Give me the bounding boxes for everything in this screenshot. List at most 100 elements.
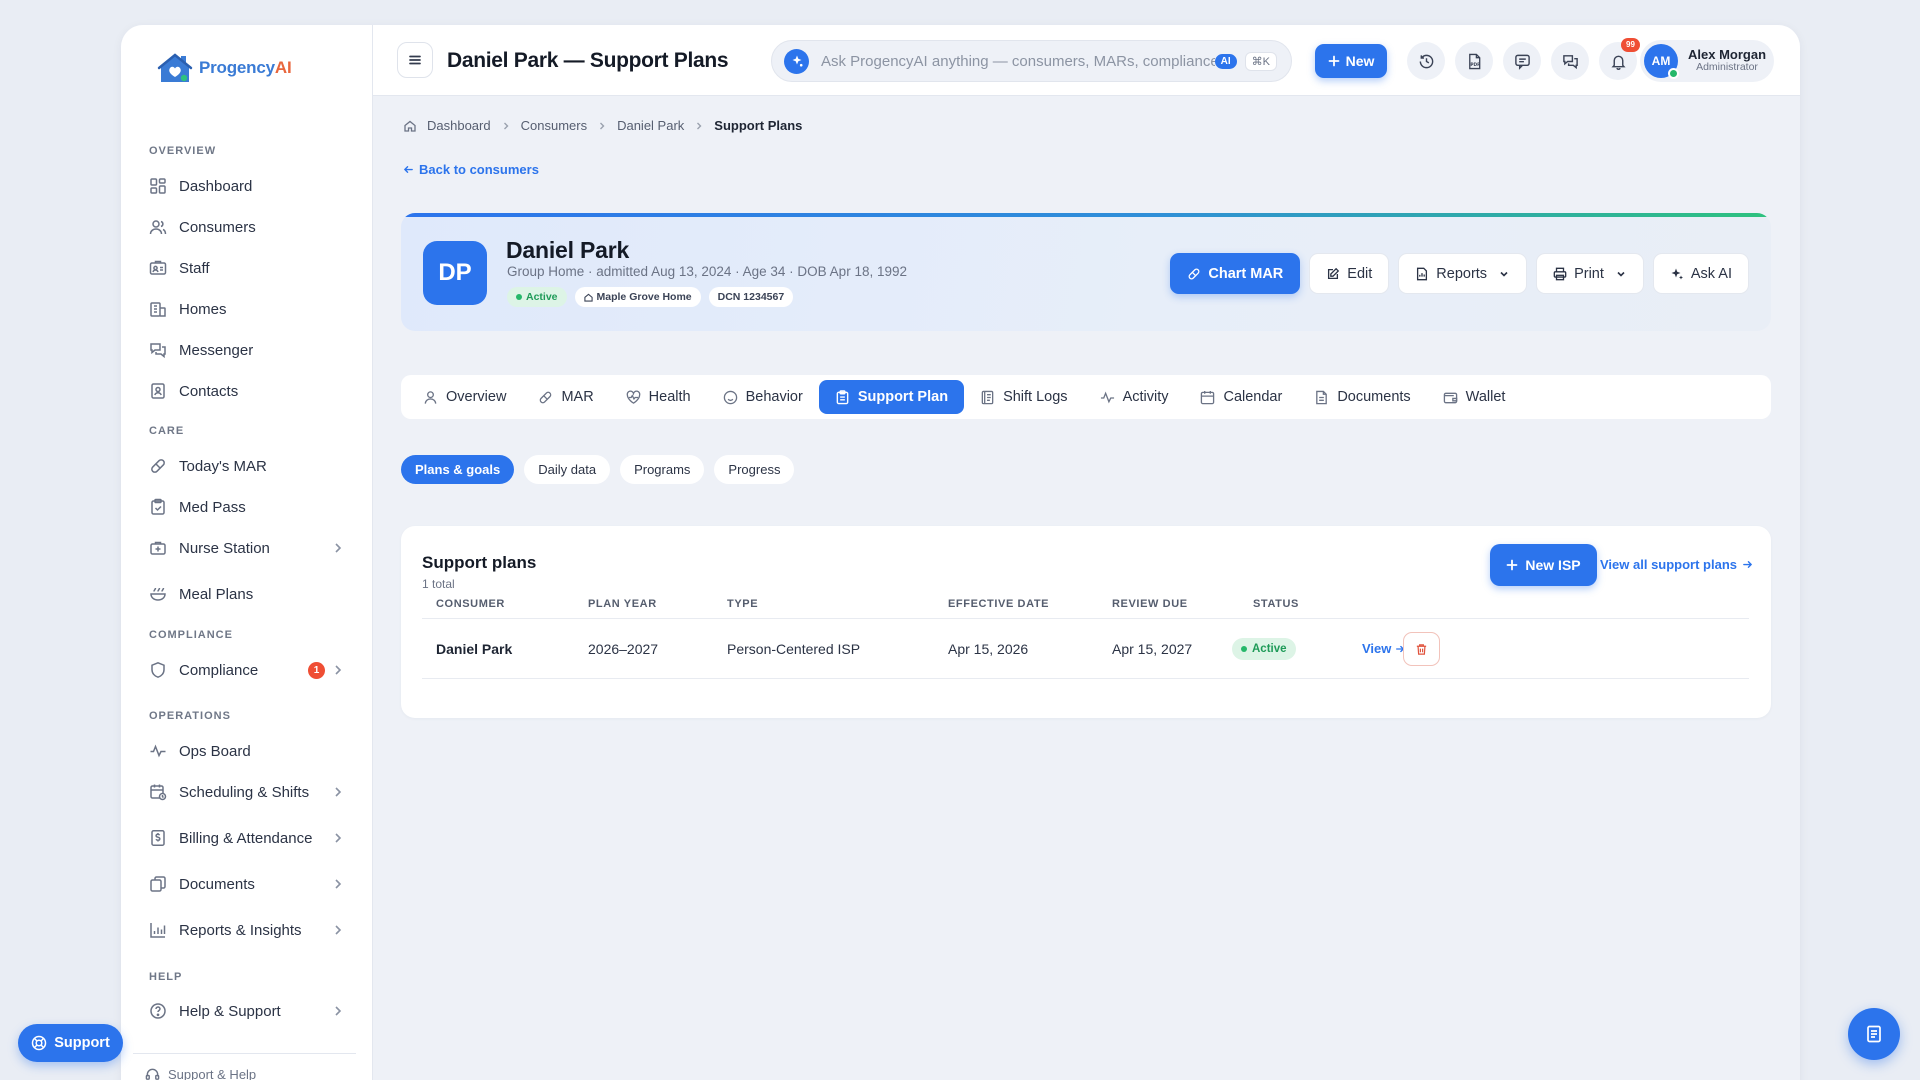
tab-wallet[interactable]: Wallet	[1427, 380, 1522, 414]
column-header[interactable]: STATUS	[1253, 598, 1299, 610]
history-button[interactable]	[1407, 42, 1445, 80]
files-icon	[150, 876, 166, 892]
tab-shift-logs[interactable]: Shift Logs	[964, 380, 1084, 414]
back-to-consumers-link[interactable]: Back to consumers	[403, 162, 539, 177]
trash-icon	[1416, 643, 1427, 655]
sidebar-item-reports[interactable]: Reports & Insights	[147, 914, 353, 946]
pdf-export-button[interactable]: PDF	[1455, 42, 1493, 80]
tab-behavior[interactable]: Behavior	[707, 380, 819, 414]
users-icon	[149, 220, 167, 235]
sidebar-item-nurse-station[interactable]: Nurse Station	[147, 532, 353, 564]
sidebar-item-label: Help & Support	[179, 1002, 281, 1020]
view-all-support-plans-link[interactable]: View all support plans	[1600, 557, 1753, 572]
section-care: CARE	[149, 425, 185, 437]
sidebar-item-label: Staff	[179, 259, 210, 277]
notes-fab-button[interactable]	[1848, 1008, 1900, 1060]
subtab-daily-data[interactable]: Daily data	[524, 455, 611, 484]
home-icon	[583, 293, 593, 302]
lifebuoy-icon	[31, 1035, 47, 1051]
table-row[interactable]: Daniel Park 2026–2027 Person-Centered IS…	[422, 619, 1749, 679]
consumer-avatar: DP	[423, 241, 487, 305]
tab-documents[interactable]: Documents	[1298, 380, 1426, 414]
chevron-right-icon	[335, 787, 342, 797]
tab-health[interactable]: Health	[610, 380, 707, 414]
column-header[interactable]: EFFECTIVE DATE	[948, 598, 1049, 610]
print-dropdown[interactable]: Print	[1536, 253, 1644, 294]
sidebar-item-documents[interactable]: Documents	[147, 868, 353, 900]
brand-logo[interactable]: ProgencyAI	[157, 52, 292, 84]
top-bar: Daniel Park — Support Plans Ask Progency…	[373, 25, 1800, 96]
notifications-button[interactable]: 99	[1599, 38, 1640, 80]
tab-calendar[interactable]: Calendar	[1184, 380, 1298, 414]
edit-button[interactable]: Edit	[1309, 253, 1390, 294]
ai-search-input[interactable]: Ask ProgencyAI anything — consumers, MAR…	[771, 40, 1292, 82]
sidebar-item-todays-mar[interactable]: Today's MAR	[147, 450, 353, 482]
sidebar-item-billing[interactable]: Billing & Attendance	[147, 822, 353, 854]
column-header[interactable]: PLAN YEAR	[588, 598, 657, 610]
chevron-right-icon	[335, 665, 342, 675]
menu-toggle-button[interactable]	[397, 42, 433, 78]
receipt-dollar-icon	[151, 830, 165, 846]
subtab-progress[interactable]: Progress	[714, 455, 795, 484]
user-menu[interactable]: AM Alex Morgan Administrator	[1640, 40, 1774, 82]
breadcrumb-current: Support Plans	[714, 118, 803, 133]
printer-icon	[1553, 267, 1567, 280]
plus-icon	[1506, 559, 1518, 571]
sidebar-item-compliance[interactable]: Compliance 1	[147, 654, 353, 686]
tab-overview[interactable]: Overview	[407, 380, 522, 414]
breadcrumb-dashboard[interactable]: Dashboard	[427, 118, 491, 133]
hamburger-menu-icon	[409, 55, 421, 65]
chart-mar-button[interactable]: Chart MAR	[1170, 253, 1301, 294]
sidebar-item-scheduling[interactable]: Scheduling & Shifts	[147, 776, 353, 808]
section-help: HELP	[149, 971, 183, 983]
cell-consumer: Daniel Park	[436, 641, 513, 657]
messages-button[interactable]	[1551, 42, 1589, 80]
activity-pulse-icon	[1100, 390, 1114, 403]
feedback-button[interactable]	[1503, 42, 1541, 80]
sidebar-item-label: Messenger	[179, 341, 254, 359]
sidebar-item-homes[interactable]: Homes	[147, 293, 353, 325]
column-header[interactable]: CONSUMER	[436, 598, 505, 610]
wallet-icon	[1443, 392, 1457, 403]
online-status-dot	[1668, 68, 1679, 79]
sidebar-item-label: Dashboard	[179, 177, 253, 195]
support-chat-button[interactable]: Support	[18, 1024, 123, 1062]
column-header[interactable]: REVIEW DUE	[1112, 598, 1188, 610]
new-button[interactable]: New	[1315, 44, 1387, 78]
tab-support-plan[interactable]: Support Plan	[818, 380, 965, 414]
consumer-name: Daniel Park	[506, 237, 630, 263]
subtab-plans-goals[interactable]: Plans & goals	[401, 455, 515, 484]
sidebar-item-label: Reports & Insights	[179, 921, 302, 939]
address-book-icon	[151, 383, 165, 399]
sidebar-item-staff[interactable]: Staff	[147, 252, 353, 284]
breadcrumb-consumers[interactable]: Consumers	[521, 118, 587, 133]
reports-dropdown[interactable]: Reports	[1398, 253, 1528, 294]
bar-chart-icon	[150, 923, 166, 938]
tab-mar[interactable]: MAR	[522, 380, 609, 414]
delete-plan-button[interactable]	[1403, 632, 1440, 666]
sidebar-item-help-support[interactable]: Help & Support	[147, 995, 353, 1027]
meal-bowl-icon	[150, 587, 166, 601]
subtab-programs[interactable]: Programs	[620, 455, 705, 484]
sidebar-item-label: Contacts	[179, 382, 239, 400]
sidebar-item-dashboard[interactable]: Dashboard	[147, 170, 353, 202]
sidebar-item-ops-board[interactable]: Ops Board	[147, 735, 353, 767]
ask-ai-button[interactable]: Ask AI	[1652, 253, 1749, 294]
cell-review-due: Apr 15, 2027	[1112, 641, 1193, 657]
view-plan-link[interactable]: View	[1362, 641, 1405, 656]
chevron-right-icon	[503, 122, 509, 129]
sidebar-item-meal-plans[interactable]: Meal Plans	[147, 578, 353, 610]
sidebar-item-consumers[interactable]: Consumers	[147, 211, 353, 243]
column-header[interactable]: TYPE	[727, 598, 758, 610]
id-card-icon	[149, 260, 167, 275]
clipboard-check-icon	[151, 498, 165, 515]
sidebar-footer-link[interactable]: Support & Help	[145, 1067, 256, 1080]
support-plan-subtabs: Plans & goals Daily data Programs Progre…	[401, 455, 795, 484]
new-isp-button[interactable]: New ISP	[1490, 544, 1597, 586]
breadcrumb-consumer[interactable]: Daniel Park	[617, 118, 684, 133]
sidebar-item-messenger[interactable]: Messenger	[147, 334, 353, 366]
sidebar-item-label: Meal Plans	[179, 585, 254, 603]
sidebar-item-contacts[interactable]: Contacts	[147, 375, 353, 407]
tab-activity[interactable]: Activity	[1084, 380, 1185, 414]
sidebar-item-med-pass[interactable]: Med Pass	[147, 491, 353, 523]
